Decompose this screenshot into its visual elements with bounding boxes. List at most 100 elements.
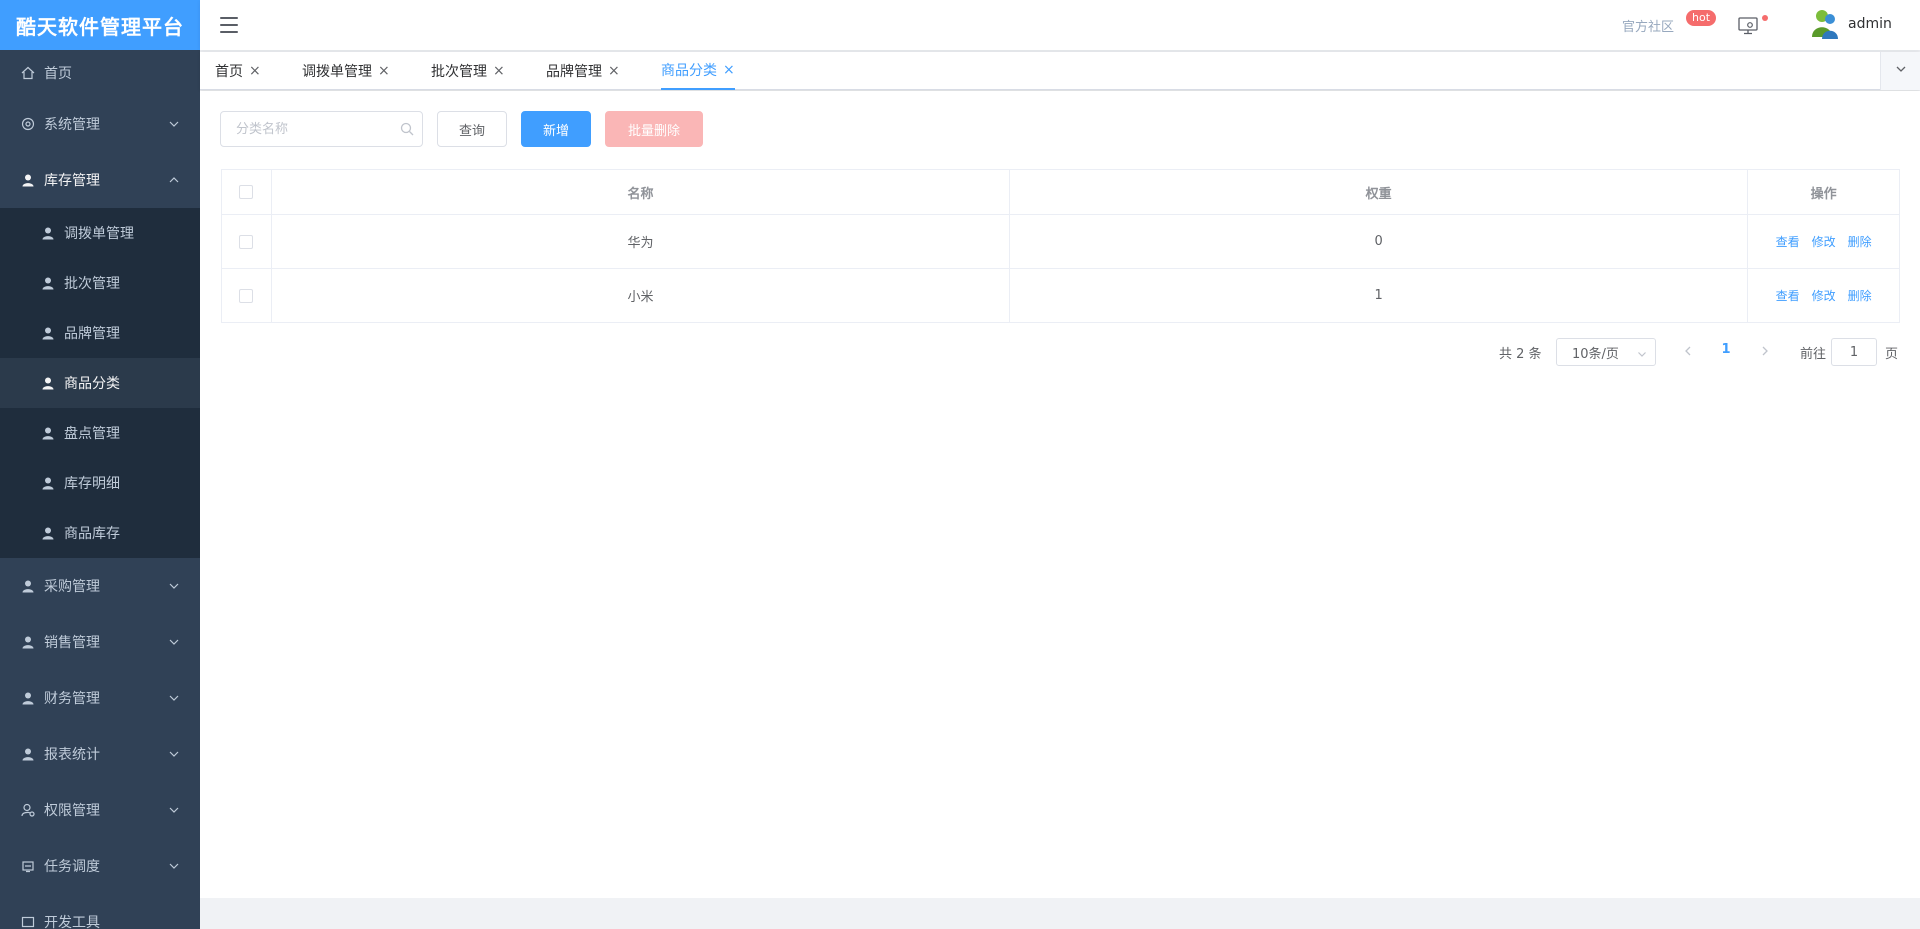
schedule-icon [20, 858, 36, 874]
sidebar-item-permissions[interactable]: 权限管理 [0, 782, 200, 838]
close-icon[interactable]: × [723, 62, 735, 78]
hamburger-menu-icon[interactable] [220, 17, 238, 33]
chevron-down-icon [168, 748, 180, 760]
add-button[interactable]: 新增 [521, 111, 591, 147]
screen-settings-icon[interactable] [1738, 16, 1760, 36]
sidebar-item-label: 开发工具 [44, 915, 100, 929]
search-icon[interactable] [400, 122, 414, 136]
sidebar-item-label: 销售管理 [44, 635, 100, 651]
next-page-icon[interactable] [1755, 341, 1775, 361]
sidebar-subitem-stock-detail[interactable]: 库存明细 [0, 458, 200, 508]
sidebar-subitem-label: 库存明细 [64, 476, 120, 492]
top-navbar: 官方社区 hot admin [200, 0, 1920, 50]
home-icon [20, 65, 36, 81]
sidebar-item-label: 系统管理 [44, 117, 100, 133]
sidebar-item-label: 权限管理 [44, 803, 100, 819]
tabs-dropdown-button[interactable] [1880, 52, 1920, 90]
avatar[interactable] [1808, 7, 1840, 41]
cell-name: 华为 [272, 215, 1011, 268]
notification-dot [1762, 15, 1768, 21]
tab-label: 首页 [215, 64, 243, 80]
user-icon [40, 525, 56, 541]
sidebar-item-reports[interactable]: 报表统计 [0, 726, 200, 782]
column-header-name: 名称 [271, 170, 1011, 214]
batch-delete-button[interactable]: 批量删除 [605, 111, 703, 147]
sidebar-item-inventory[interactable]: 库存管理 [0, 152, 200, 208]
user-icon [40, 425, 56, 441]
user-gear-icon [20, 802, 36, 818]
search-input[interactable] [221, 112, 391, 146]
prev-page-icon[interactable] [1678, 341, 1698, 361]
table-row: 小米 1 查看 修改 删除 [222, 269, 1899, 323]
category-search-field[interactable] [220, 111, 423, 147]
goto-page-input[interactable] [1831, 338, 1877, 366]
sidebar-item-finance[interactable]: 财务管理 [0, 670, 200, 726]
sidebar-subitem-category[interactable]: 商品分类 [0, 358, 200, 408]
select-all-checkbox[interactable] [239, 185, 254, 199]
tab-category[interactable]: 商品分类 × [661, 52, 735, 90]
query-button[interactable]: 查询 [437, 111, 507, 147]
edit-link[interactable]: 修改 [1812, 233, 1836, 250]
chevron-down-icon [1637, 348, 1647, 358]
tab-label: 调拨单管理 [302, 64, 372, 80]
sidebar-item-label: 采购管理 [44, 579, 100, 595]
category-table: 名称 权重 操作 华为 0 查看 修改 删除 小米 1 查看 修改 删除 [221, 169, 1900, 323]
page-number-current[interactable]: 1 [1716, 342, 1736, 357]
main-content: 查询 新增 批量删除 名称 权重 操作 华为 0 查看 修改 删除 小米 1 查… [200, 91, 1920, 898]
chevron-down-icon [168, 692, 180, 704]
delete-link[interactable]: 删除 [1848, 287, 1872, 304]
sidebar-item-label: 首页 [44, 66, 72, 82]
sidebar-item-label: 财务管理 [44, 691, 100, 707]
page-size-select[interactable]: 10条/页 [1556, 338, 1656, 366]
row-checkbox[interactable] [239, 288, 254, 303]
cell-name: 小米 [272, 269, 1011, 322]
sidebar-subitem-label: 商品库存 [64, 526, 120, 542]
close-icon[interactable]: × [378, 63, 390, 79]
user-icon [20, 172, 36, 188]
sidebar-subitem-label: 盘点管理 [64, 426, 120, 442]
sidebar-subitem-transfer[interactable]: 调拨单管理 [0, 208, 200, 258]
table-row: 华为 0 查看 修改 删除 [222, 215, 1899, 269]
tab-transfer[interactable]: 调拨单管理 × [302, 52, 390, 90]
tab-label: 商品分类 [661, 63, 717, 79]
user-icon [40, 375, 56, 391]
sidebar-item-system[interactable]: 系统管理 [0, 96, 200, 152]
sidebar-subitem-product-stock[interactable]: 商品库存 [0, 508, 200, 558]
sidebar-item-label: 报表统计 [44, 747, 100, 763]
username[interactable]: admin [1848, 16, 1892, 32]
chevron-down-icon [168, 804, 180, 816]
sidebar-subitem-batch[interactable]: 批次管理 [0, 258, 200, 308]
cell-weight: 0 [1010, 215, 1749, 268]
user-icon [40, 325, 56, 341]
page-size-value: 10条/页 [1572, 346, 1619, 362]
sidebar-item-sales[interactable]: 销售管理 [0, 614, 200, 670]
chevron-down-icon [168, 118, 180, 130]
sidebar-item-home[interactable]: 首页 [0, 50, 200, 96]
close-icon[interactable]: × [493, 63, 505, 79]
select-all-cell [222, 170, 272, 214]
tab-label: 批次管理 [431, 64, 487, 80]
close-icon[interactable]: × [249, 63, 261, 79]
view-link[interactable]: 查看 [1776, 233, 1800, 250]
user-icon [20, 746, 36, 762]
community-link[interactable]: 官方社区 [1622, 0, 1692, 50]
pagination: 共 2 条 10条/页 1 前往 页 [200, 336, 1920, 366]
sidebar-item-purchase[interactable]: 采购管理 [0, 558, 200, 614]
view-link[interactable]: 查看 [1776, 287, 1800, 304]
sidebar-item-devtools[interactable]: 开发工具 [0, 894, 200, 929]
cell-weight: 1 [1010, 269, 1749, 322]
sidebar: 酷天软件管理平台 首页 系统管理 库存管理 调拨单管理 批次管理 品牌管理 商品… [0, 0, 200, 929]
tab-brand[interactable]: 品牌管理 × [546, 52, 620, 90]
edit-link[interactable]: 修改 [1812, 287, 1836, 304]
delete-link[interactable]: 删除 [1848, 233, 1872, 250]
sidebar-subitem-stocktake[interactable]: 盘点管理 [0, 408, 200, 458]
row-checkbox[interactable] [239, 234, 254, 249]
close-icon[interactable]: × [608, 63, 620, 79]
sidebar-subitem-brand[interactable]: 品牌管理 [0, 308, 200, 358]
tab-home[interactable]: 首页 × [215, 52, 261, 90]
tab-batch[interactable]: 批次管理 × [431, 52, 505, 90]
app-logo-title: 酷天软件管理平台 [0, 0, 200, 50]
column-header-weight: 权重 [1010, 170, 1749, 214]
sidebar-item-scheduler[interactable]: 任务调度 [0, 838, 200, 894]
hot-badge: hot [1686, 10, 1717, 26]
